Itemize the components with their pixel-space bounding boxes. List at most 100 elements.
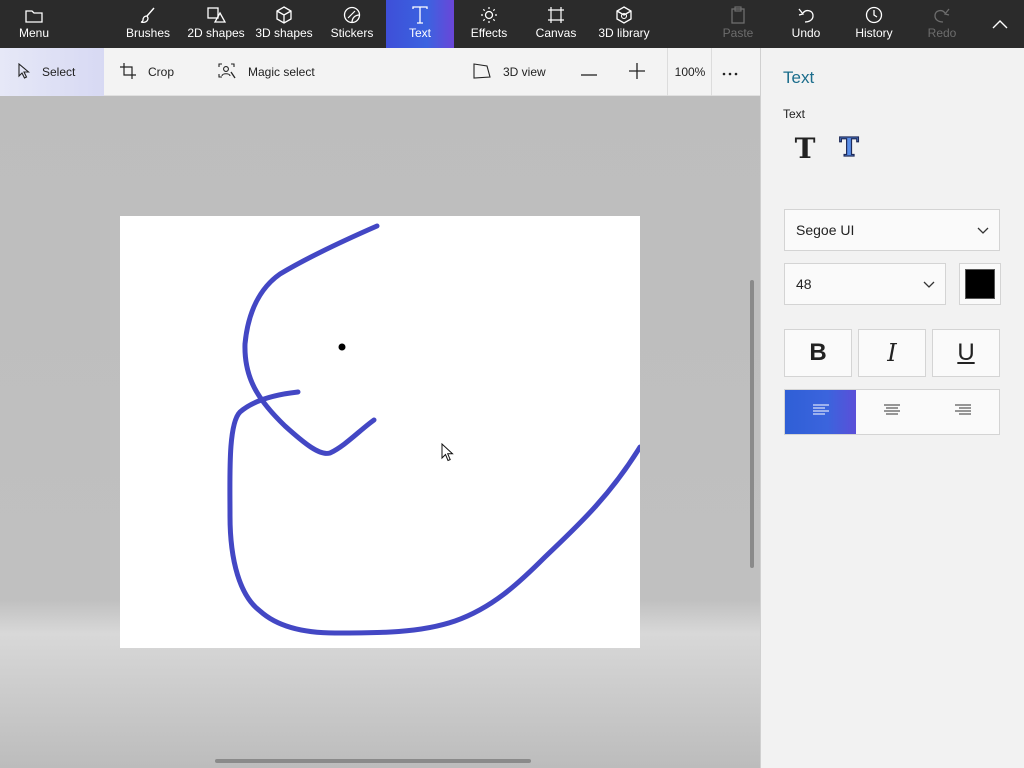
plus-icon — [629, 62, 657, 82]
more-dots-icon — [722, 65, 750, 79]
separator — [711, 48, 712, 96]
brush-icon — [139, 0, 157, 26]
color-swatch — [965, 269, 995, 299]
underline-button[interactable]: U — [932, 329, 1000, 377]
text-tab-label: Text — [408, 26, 431, 40]
top-ribbon: Menu Brushes 2D shapes 3D shapes Sticker… — [0, 0, 1024, 48]
select-button[interactable]: Select — [0, 48, 104, 96]
redo-button[interactable]: Redo — [922, 0, 962, 48]
text-tab-button[interactable]: Text — [386, 0, 454, 48]
align-right-button[interactable] — [928, 390, 999, 434]
drawing-strokes — [227, 223, 643, 636]
italic-button[interactable]: I — [858, 329, 926, 377]
cube-icon — [275, 0, 293, 26]
3d-text-style-button[interactable]: T — [829, 128, 869, 168]
history-label: History — [855, 26, 893, 40]
brushes-button[interactable]: Brushes — [118, 0, 178, 48]
stickers-label: Stickers — [330, 26, 374, 40]
alignment-group — [784, 389, 1000, 435]
align-left-icon — [812, 403, 829, 421]
horizontal-scrollbar[interactable] — [215, 759, 531, 763]
command-bar: Select Crop Magic select 3D view 100% — [0, 48, 760, 96]
bold-button[interactable]: B — [784, 329, 852, 377]
chevron-down-icon — [923, 276, 935, 292]
undo-label: Undo — [791, 26, 821, 40]
paste-button[interactable]: Paste — [716, 0, 760, 48]
chevron-down-icon — [977, 222, 989, 238]
3d-library-button[interactable]: 3D library — [594, 0, 654, 48]
align-right-icon — [955, 403, 972, 421]
sun-icon — [480, 0, 498, 26]
text-icon — [412, 0, 428, 26]
underline-icon: U — [957, 339, 975, 366]
2d-shapes-icon — [206, 0, 226, 26]
brush-stroke — [242, 223, 380, 456]
crop-label: Crop — [148, 65, 175, 79]
bold-icon: B — [809, 339, 827, 366]
zoom-level[interactable]: 100% — [668, 48, 712, 96]
history-icon — [865, 0, 883, 26]
magic-select-button[interactable]: Magic select — [218, 48, 338, 96]
plain-text-icon: T — [794, 131, 816, 165]
3d-shapes-button[interactable]: 3D shapes — [252, 0, 316, 48]
stickers-button[interactable]: Stickers — [324, 0, 380, 48]
vertical-scrollbar[interactable] — [750, 280, 754, 568]
crop-button[interactable]: Crop — [120, 48, 200, 96]
undo-icon — [797, 0, 815, 26]
3d-text-icon: T — [839, 132, 860, 163]
2d-shapes-button[interactable]: 2D shapes — [184, 0, 248, 48]
menu-label: Menu — [18, 26, 50, 40]
drawing-canvas[interactable] — [120, 216, 643, 648]
canvas-icon — [547, 0, 565, 26]
cursor-select-icon — [18, 62, 42, 82]
separator — [667, 48, 668, 96]
crop-icon — [120, 62, 148, 82]
magic-select-label: Magic select — [248, 65, 315, 79]
magic-select-icon — [218, 62, 248, 82]
text-style-label: Text — [783, 107, 806, 121]
brush-stroke — [227, 389, 643, 636]
undo-button[interactable]: Undo — [784, 0, 828, 48]
text-color-picker[interactable] — [959, 263, 1001, 305]
mouse-pointer-icon — [441, 443, 454, 462]
canvas-button[interactable]: Canvas — [530, 0, 582, 48]
sticker-icon — [343, 0, 361, 26]
3d-view-label: 3D view — [503, 65, 546, 79]
paste-label: Paste — [722, 26, 754, 40]
folder-icon — [25, 0, 43, 26]
clipboard-icon — [730, 0, 746, 26]
panel-title: Text — [783, 68, 815, 87]
align-center-button[interactable] — [856, 390, 927, 434]
effects-button[interactable]: Effects — [462, 0, 516, 48]
align-center-icon — [883, 403, 900, 421]
workspace — [0, 96, 760, 768]
3d-view-icon — [473, 62, 503, 82]
italic-icon: I — [887, 339, 897, 367]
canvas-label: Canvas — [535, 26, 577, 40]
3d-library-label: 3D library — [598, 26, 650, 40]
zoom-in-button[interactable] — [629, 48, 657, 96]
3d-view-button[interactable]: 3D view — [473, 48, 563, 96]
2d-shapes-label: 2D shapes — [187, 26, 245, 40]
text-properties-panel: Text Text T T Segoe UI 48 B I U — [760, 48, 1024, 768]
font-family-dropdown[interactable]: Segoe UI — [784, 209, 1000, 251]
3d-library-icon — [615, 0, 633, 26]
font-size-dropdown[interactable]: 48 — [784, 263, 946, 305]
collapse-ribbon-button[interactable] — [984, 0, 1016, 48]
effects-label: Effects — [470, 26, 508, 40]
align-left-button[interactable] — [785, 390, 857, 434]
history-button[interactable]: History — [848, 0, 900, 48]
minus-icon — [581, 65, 609, 79]
redo-icon — [933, 0, 951, 26]
brushes-label: Brushes — [125, 26, 171, 40]
chevron-up-icon — [992, 19, 1008, 29]
redo-label: Redo — [927, 26, 957, 40]
more-options-button[interactable] — [720, 48, 752, 96]
menu-button[interactable]: Menu — [8, 0, 60, 48]
zoom-level-label: 100% — [674, 65, 706, 79]
plain-text-style-button[interactable]: T — [785, 128, 825, 168]
select-label: Select — [42, 65, 76, 79]
dot-mark — [338, 343, 346, 351]
font-size-value: 48 — [796, 276, 812, 292]
zoom-out-button[interactable] — [581, 48, 609, 96]
